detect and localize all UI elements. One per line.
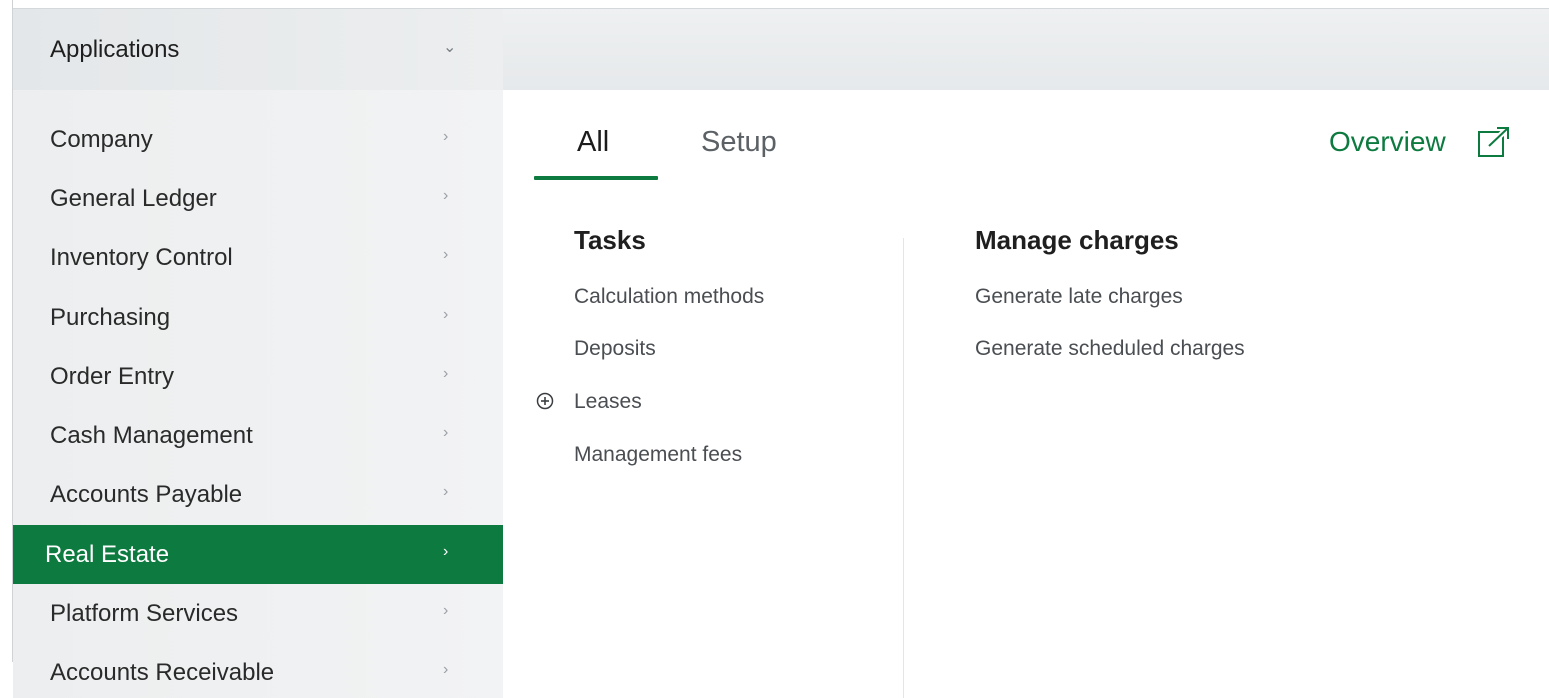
sidebar-item-inventory-control[interactable]: Inventory Control › <box>13 228 503 287</box>
applications-sidebar: Applications ⌄ Company › General Ledger … <box>13 9 503 698</box>
task-link-deposits[interactable]: Deposits <box>574 337 656 361</box>
chevron-right-icon: › <box>443 128 449 145</box>
plus-circle-icon[interactable] <box>536 392 554 410</box>
task-link-generate-late-charges[interactable]: Generate late charges <box>975 285 1183 309</box>
sidebar-item-platform-services[interactable]: Platform Services › <box>13 584 503 643</box>
chevron-down-icon[interactable]: ⌄ <box>443 37 456 57</box>
sidebar-item-label: General Ledger <box>50 185 217 212</box>
top-border <box>0 0 1549 9</box>
sidebar-item-label: Cash Management <box>50 422 253 449</box>
sidebar-item-real-estate[interactable]: Real Estate › <box>13 525 503 584</box>
left-border <box>0 0 13 662</box>
bottom-left-gap <box>0 662 12 698</box>
overview-link[interactable]: Overview <box>1329 126 1511 158</box>
sidebar-item-label: Inventory Control <box>50 244 233 271</box>
sidebar-item-accounts-receivable[interactable]: Accounts Receivable › <box>13 643 503 698</box>
sidebar-item-label: Purchasing <box>50 304 171 331</box>
sidebar-item-label: Order Entry <box>50 363 175 390</box>
applications-dropdown[interactable]: Applications ⌄ <box>13 9 503 90</box>
sidebar-item-label: Real Estate <box>45 541 170 568</box>
sidebar-item-label: Company <box>50 126 153 153</box>
chevron-right-icon: › <box>443 365 449 382</box>
chevron-right-icon: › <box>443 543 449 560</box>
chevron-right-icon: › <box>443 661 449 678</box>
sidebar-item-cash-management[interactable]: Cash Management › <box>13 406 503 465</box>
tab-all[interactable]: All <box>577 126 609 159</box>
menu-content-panel: All Setup Overview Tasks Calculation met… <box>503 90 1549 698</box>
task-link-calculation-methods[interactable]: Calculation methods <box>574 285 764 309</box>
chevron-right-icon: › <box>443 483 449 500</box>
task-link-leases[interactable]: Leases <box>574 390 642 414</box>
chevron-right-icon: › <box>443 246 449 263</box>
chevron-right-icon: › <box>443 306 449 323</box>
column-divider <box>903 238 904 698</box>
sidebar-item-general-ledger[interactable]: General Ledger › <box>13 169 503 228</box>
tab-setup[interactable]: Setup <box>701 126 777 159</box>
task-link-generate-scheduled-charges[interactable]: Generate scheduled charges <box>975 337 1245 361</box>
app-frame: Applications ⌄ Company › General Ledger … <box>0 0 1549 698</box>
sidebar-item-order-entry[interactable]: Order Entry › <box>13 347 503 406</box>
active-tab-indicator <box>534 176 658 180</box>
chevron-right-icon: › <box>443 187 449 204</box>
sidebar-item-label: Accounts Payable <box>50 481 243 508</box>
sidebar-item-label: Platform Services <box>50 600 239 627</box>
sidebar-item-accounts-payable[interactable]: Accounts Payable › <box>13 465 503 524</box>
sidebar-item-purchasing[interactable]: Purchasing › <box>13 288 503 347</box>
manage-charges-section-title: Manage charges <box>975 225 1179 255</box>
chevron-right-icon: › <box>443 424 449 441</box>
task-link-management-fees[interactable]: Management fees <box>574 443 742 467</box>
overview-label: Overview <box>1329 126 1446 157</box>
sidebar-item-company[interactable]: Company › <box>13 110 503 169</box>
applications-label: Applications <box>50 36 180 63</box>
tasks-section-title: Tasks <box>574 225 646 255</box>
external-link-icon <box>1478 126 1511 157</box>
sidebar-item-label: Accounts Receivable <box>50 659 275 686</box>
chevron-right-icon: › <box>443 602 449 619</box>
